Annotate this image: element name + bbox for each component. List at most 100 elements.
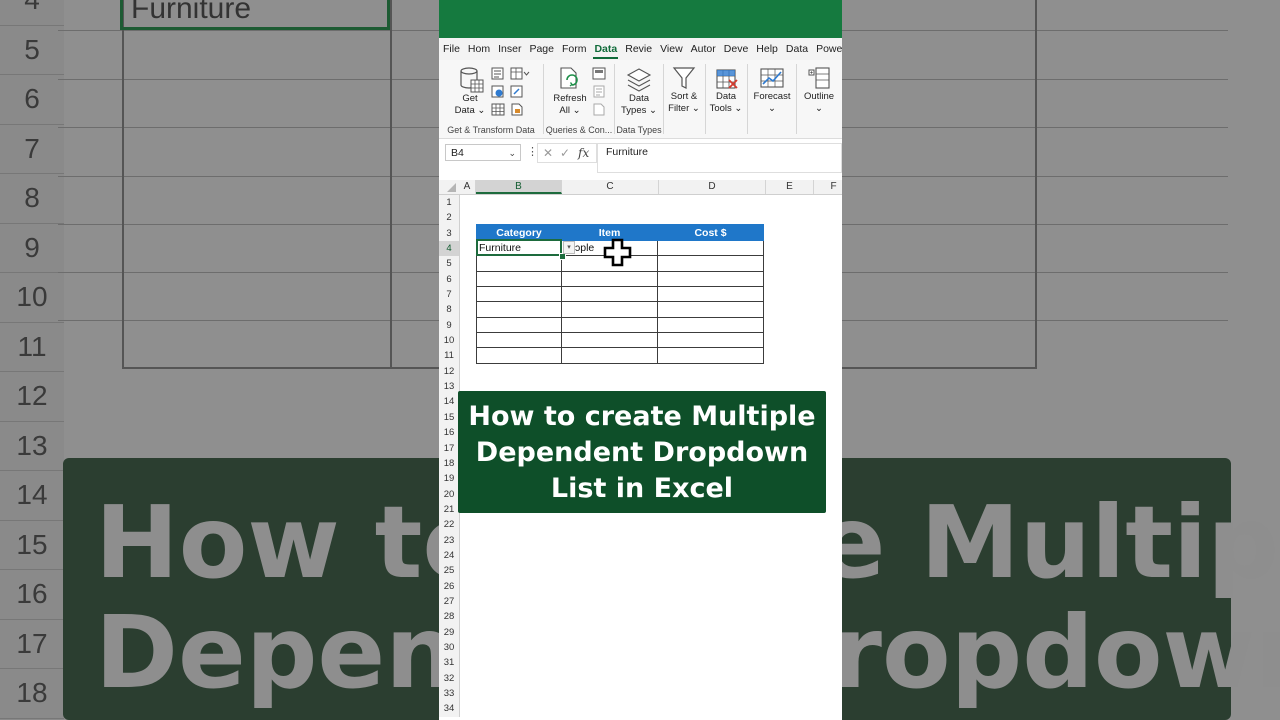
- sort-filter-button[interactable]: Sort & Filter ⌄: [664, 91, 704, 115]
- row-header[interactable]: 19: [439, 471, 459, 486]
- row-header[interactable]: 31: [439, 655, 459, 670]
- from-table-icon[interactable]: [491, 103, 505, 116]
- from-text-icon[interactable]: [491, 67, 505, 80]
- ribbon-tab-file[interactable]: File: [439, 38, 464, 60]
- table-cell[interactable]: [561, 286, 658, 303]
- table-cell[interactable]: [561, 332, 658, 349]
- table-cell[interactable]: [476, 332, 562, 349]
- row-header[interactable]: 1: [439, 195, 459, 210]
- existing-connections-icon[interactable]: [510, 85, 524, 98]
- edit-links-icon[interactable]: [592, 103, 606, 116]
- column-header-b[interactable]: B: [476, 180, 562, 194]
- row-header[interactable]: 6: [439, 272, 459, 287]
- row-header[interactable]: 18: [439, 456, 459, 471]
- table-cell[interactable]: [476, 316, 562, 334]
- row-header[interactable]: 10: [439, 333, 459, 348]
- row-header[interactable]: 5: [439, 256, 459, 271]
- column-header-f[interactable]: F: [814, 180, 842, 194]
- table-cell[interactable]: [476, 301, 562, 318]
- chevron-down-icon[interactable]: ⌄: [508, 145, 516, 162]
- insert-function-icon[interactable]: fx: [578, 144, 589, 162]
- get-data-button[interactable]: Get Data ⌄: [453, 93, 487, 117]
- cancel-icon[interactable]: ✕: [543, 144, 553, 162]
- row-header[interactable]: 22: [439, 517, 459, 532]
- fill-handle[interactable]: [559, 253, 566, 260]
- from-file-icon[interactable]: [510, 103, 524, 116]
- table-cell[interactable]: [657, 255, 764, 272]
- ribbon-tab-page[interactable]: Page: [525, 38, 558, 60]
- ribbon-tab-autor[interactable]: Autor: [687, 38, 720, 60]
- table-cell[interactable]: [476, 255, 562, 272]
- properties-icon[interactable]: [592, 85, 606, 98]
- from-web-icon[interactable]: [491, 85, 505, 98]
- ribbon-tab-data[interactable]: Data: [590, 38, 621, 60]
- outline-button[interactable]: Outline ⌄: [797, 91, 841, 115]
- row-header[interactable]: 12: [439, 364, 459, 379]
- row-header[interactable]: 25: [439, 563, 459, 578]
- row-header[interactable]: 15: [439, 410, 459, 425]
- row-header[interactable]: 20: [439, 487, 459, 502]
- dropdown-arrow-icon[interactable]: ▾: [563, 241, 575, 254]
- select-all-icon[interactable]: [439, 180, 459, 194]
- column-header-e[interactable]: E: [766, 180, 814, 194]
- ribbon-tab-form[interactable]: Form: [558, 38, 591, 60]
- row-header[interactable]: 28: [439, 609, 459, 624]
- ribbon-tab-revie[interactable]: Revie: [621, 38, 656, 60]
- data-types-button[interactable]: Data Types ⌄: [617, 93, 661, 117]
- name-box[interactable]: B4 ⌄: [445, 144, 521, 161]
- row-header[interactable]: 4: [439, 241, 459, 257]
- cell-cost[interactable]: [657, 239, 764, 257]
- table-cell[interactable]: [561, 316, 658, 334]
- ribbon-tab-deve[interactable]: Deve: [720, 38, 753, 60]
- row-header[interactable]: 32: [439, 671, 459, 686]
- forecast-button[interactable]: Forecast ⌄: [748, 91, 796, 115]
- queries-connections-icon[interactable]: [592, 67, 606, 80]
- row-header[interactable]: 33: [439, 686, 459, 701]
- table-cell[interactable]: [476, 286, 562, 303]
- row-header[interactable]: 23: [439, 533, 459, 548]
- table-cell[interactable]: [561, 301, 658, 318]
- row-header[interactable]: 2: [439, 210, 459, 225]
- formula-input[interactable]: Furniture: [597, 143, 842, 173]
- table-cell[interactable]: [657, 332, 764, 349]
- table-header-cost[interactable]: Cost $: [657, 224, 764, 241]
- row-header[interactable]: 14: [439, 394, 459, 409]
- column-header-c[interactable]: C: [562, 180, 659, 194]
- table-cell[interactable]: [657, 286, 764, 303]
- column-header-a[interactable]: A: [459, 180, 476, 194]
- row-header[interactable]: 26: [439, 579, 459, 594]
- row-header[interactable]: 30: [439, 640, 459, 655]
- row-header[interactable]: 24: [439, 548, 459, 563]
- data-tools-button[interactable]: Data Tools ⌄: [706, 91, 746, 115]
- row-header[interactable]: 13: [439, 379, 459, 394]
- row-header[interactable]: 34: [439, 701, 459, 716]
- table-cell[interactable]: [561, 270, 658, 288]
- table-cell[interactable]: [657, 316, 764, 334]
- ribbon-tab-inser[interactable]: Inser: [494, 38, 525, 60]
- ribbon-tab-help[interactable]: Help: [752, 38, 782, 60]
- row-header[interactable]: 8: [439, 302, 459, 317]
- table-cell[interactable]: [657, 270, 764, 288]
- ribbon-tab-view[interactable]: View: [656, 38, 687, 60]
- ribbon-tab-data[interactable]: Data: [782, 38, 812, 60]
- table-cell[interactable]: [476, 270, 562, 288]
- enter-icon[interactable]: ✓: [560, 144, 570, 162]
- row-header[interactable]: 27: [439, 594, 459, 609]
- row-header[interactable]: 21: [439, 502, 459, 517]
- table-cell[interactable]: [561, 347, 658, 364]
- ribbon-tab-powe[interactable]: Powe: [812, 38, 842, 60]
- ribbon-tab-hom[interactable]: Hom: [464, 38, 494, 60]
- row-header[interactable]: 3: [439, 226, 459, 241]
- table-cell[interactable]: [476, 347, 562, 364]
- table-cell[interactable]: [657, 301, 764, 318]
- row-header[interactable]: 11: [439, 348, 459, 363]
- column-header-d[interactable]: D: [659, 180, 766, 194]
- row-header[interactable]: 16: [439, 425, 459, 440]
- row-header[interactable]: 29: [439, 625, 459, 640]
- row-header[interactable]: 9: [439, 318, 459, 333]
- refresh-all-button[interactable]: Refresh All ⌄: [550, 93, 590, 117]
- table-cell[interactable]: [657, 347, 764, 364]
- recent-sources-icon[interactable]: [510, 67, 530, 80]
- row-header[interactable]: 17: [439, 441, 459, 456]
- row-header[interactable]: 7: [439, 287, 459, 302]
